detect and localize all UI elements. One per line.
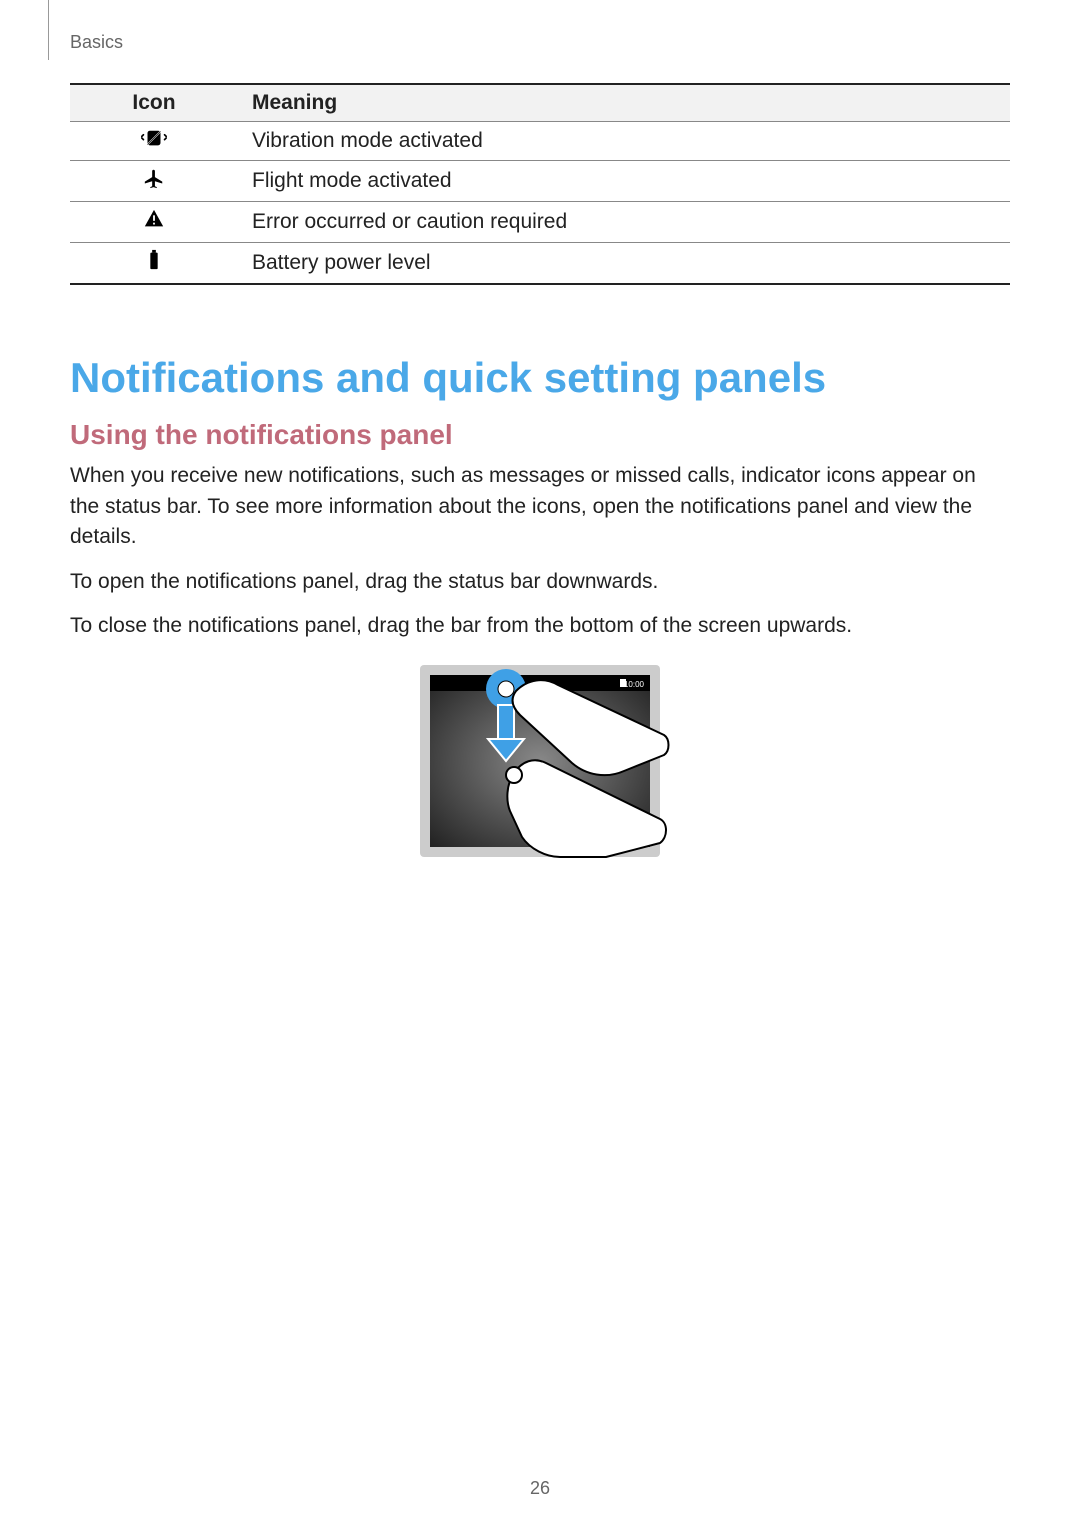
icon-cell (70, 202, 238, 243)
battery-level-icon (141, 249, 167, 269)
body-paragraph: When you receive new notifications, such… (70, 461, 1010, 552)
meaning-cell: Battery power level (238, 243, 1010, 285)
flight-mode-icon (141, 167, 167, 187)
drag-status-bar-down-illustration: 10:00 (410, 661, 670, 866)
meaning-cell: Vibration mode activated (238, 122, 1010, 161)
icon-cell (70, 243, 238, 285)
manual-page: Basics Icon Meaning (0, 0, 1080, 1527)
caution-icon (141, 208, 167, 228)
table-row: Error occurred or caution required (70, 202, 1010, 243)
page-number: 26 (0, 1478, 1080, 1499)
icon-meaning-table: Icon Meaning (70, 83, 1010, 285)
status-bar-time: 10:00 (624, 680, 645, 689)
subsection-heading: Using the notifications panel (70, 419, 1010, 451)
body-paragraph: To open the notifications panel, drag th… (70, 567, 1010, 597)
meaning-cell: Flight mode activated (238, 161, 1010, 202)
table-row: Flight mode activated (70, 161, 1010, 202)
margin-rule (48, 0, 49, 60)
table-header-icon: Icon (70, 84, 238, 122)
running-header: Basics (70, 32, 1010, 53)
icon-cell (70, 122, 238, 161)
icon-cell (70, 161, 238, 202)
body-paragraph: To close the notifications panel, drag t… (70, 611, 1010, 641)
meaning-cell: Error occurred or caution required (238, 202, 1010, 243)
section-heading: Notifications and quick setting panels (70, 355, 1010, 401)
table-header-meaning: Meaning (238, 84, 1010, 122)
vibration-mode-icon (141, 128, 167, 148)
table-row: Vibration mode activated (70, 122, 1010, 161)
table-row: Battery power level (70, 243, 1010, 285)
